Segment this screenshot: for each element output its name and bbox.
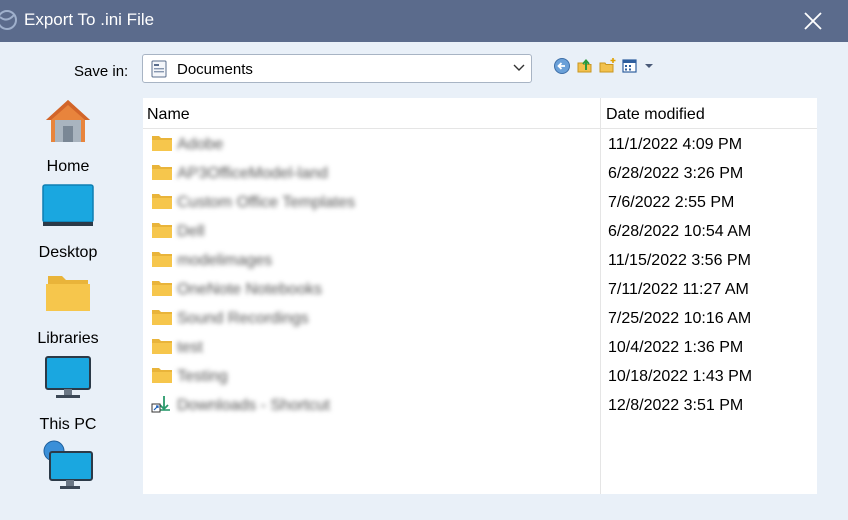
file-date-modified: 6/28/2022 10:54 AM [608,223,752,240]
folder-icon [151,163,173,181]
location-value: Documents [177,61,253,78]
file-name: Adobe [177,136,224,153]
file-row[interactable]: modelimages 11/15/2022 3:56 PM [143,246,817,275]
column-header-row: Name Date modified [143,98,817,129]
place-label: This PC [39,416,97,433]
places-bar: Home Desktop Libraries This PC [0,92,136,494]
folder-icon [151,279,173,297]
window-title: Export To .ini File [24,10,155,29]
chevron-down-icon [513,64,525,71]
shortcut-icon [151,395,173,413]
place-network[interactable] [0,440,136,520]
file-row[interactable]: Adobe 11/1/2022 4:09 PM [143,130,817,159]
view-menu-icon[interactable] [622,57,640,75]
file-name: modelimages [177,252,273,269]
file-date-modified: 12/8/2022 3:51 PM [608,397,744,414]
location-dropdown[interactable]: Documents [142,54,532,83]
place-this-pc[interactable]: This PC [0,354,136,434]
file-date-modified: 10/4/2022 1:36 PM [608,339,744,356]
file-row[interactable]: Testing 10/18/2022 1:43 PM [143,362,817,391]
desktop-icon [42,184,94,226]
file-name: AP3OfficeModel-land [177,165,328,182]
file-row[interactable]: Custom Office Templates 7/6/2022 2:55 PM [143,188,817,217]
close-icon[interactable] [798,6,828,36]
scroll-area [817,92,848,494]
column-header-name[interactable]: Name [147,106,190,124]
folder-icon [151,337,173,355]
back-icon[interactable] [553,57,571,75]
file-row[interactable]: Sound Recordings 7/25/2022 10:16 AM [143,304,817,333]
file-date-modified: 10/18/2022 1:43 PM [608,368,753,385]
title-bar: Export To .ini File [0,0,848,42]
network-icon [43,440,93,489]
file-date-modified: 11/15/2022 3:56 PM [608,252,751,269]
file-name: Dell [177,223,205,240]
place-label: Desktop [38,244,98,261]
file-name: OneNote Notebooks [177,281,322,298]
folder-icon [151,366,173,384]
file-date-modified: 7/25/2022 10:16 AM [608,310,752,327]
up-folder-icon[interactable] [576,57,594,75]
file-date-modified: 11/1/2022 4:09 PM [608,136,743,153]
column-header-date-modified[interactable]: Date modified [606,106,705,124]
folder-icon [151,308,173,326]
folder-icon [151,192,173,210]
place-label: Libraries [37,330,99,347]
file-list[interactable]: Name Date modified Adobe 11/1/2022 4:09 P… [143,98,817,494]
place-desktop[interactable]: Desktop [0,182,136,262]
place-label: Home [46,158,90,175]
folder-icon [151,134,173,152]
this-pc-icon [45,356,91,398]
file-row[interactable]: Downloads - Shortcut 12/8/2022 3:51 PM [143,391,817,420]
file-row[interactable]: OneNote Notebooks 7/11/2022 11:27 AM [143,275,817,304]
save-in-label: Save in: [74,63,129,80]
file-name: Downloads - Shortcut [177,397,330,414]
file-row[interactable]: Dell 6/28/2022 10:54 AM [143,217,817,246]
libraries-icon [46,276,90,311]
documents-icon [151,60,167,78]
place-home[interactable]: Home [0,96,136,176]
file-row[interactable]: AP3OfficeModel-land 6/28/2022 3:26 PM [143,159,817,188]
file-name: test [177,339,203,356]
place-libraries[interactable]: Libraries [0,268,136,348]
folder-icon [151,221,173,239]
view-dropdown-icon[interactable] [643,57,655,75]
file-name: Testing [177,368,228,385]
home-icon [46,100,90,142]
file-name: Custom Office Templates [177,194,356,211]
file-date-modified: 7/11/2022 11:27 AM [608,281,749,298]
file-date-modified: 6/28/2022 3:26 PM [608,165,744,182]
file-name: Sound Recordings [177,310,309,327]
folder-icon [151,250,173,268]
file-date-modified: 7/6/2022 2:55 PM [608,194,735,211]
new-folder-icon[interactable] [599,57,617,75]
app-icon [0,10,17,30]
file-row[interactable]: test 10/4/2022 1:36 PM [143,333,817,362]
